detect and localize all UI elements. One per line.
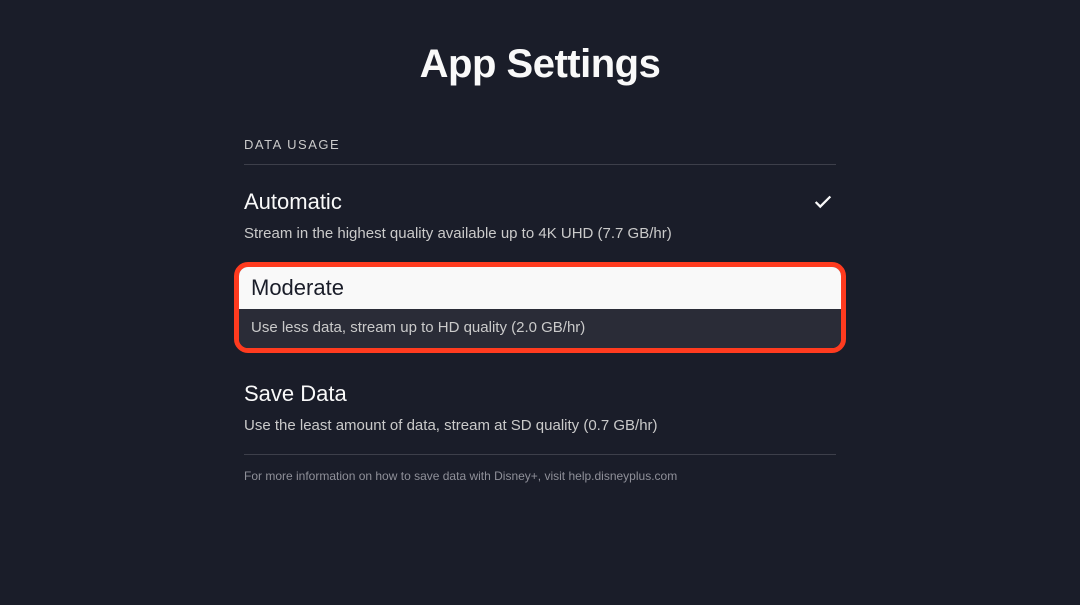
option-automatic[interactable]: Automatic Stream in the highest quality … <box>244 183 836 242</box>
option-save-data-title: Save Data <box>244 381 347 407</box>
option-automatic-title: Automatic <box>244 189 342 215</box>
option-moderate[interactable]: Moderate Use less data, stream up to HD … <box>234 262 846 353</box>
check-icon <box>812 191 834 213</box>
page-title: App Settings <box>420 42 661 87</box>
footer-note: For more information on how to save data… <box>244 454 836 483</box>
option-save-data-desc: Use the least amount of data, stream at … <box>244 417 836 434</box>
section-header-data-usage: DATA USAGE <box>244 137 836 165</box>
settings-panel: DATA USAGE Automatic Stream in the highe… <box>244 137 836 483</box>
option-automatic-desc: Stream in the highest quality available … <box>244 225 836 242</box>
option-moderate-title: Moderate <box>251 275 344 300</box>
option-moderate-desc: Use less data, stream up to HD quality (… <box>251 319 829 336</box>
option-save-data[interactable]: Save Data Use the least amount of data, … <box>244 375 836 434</box>
